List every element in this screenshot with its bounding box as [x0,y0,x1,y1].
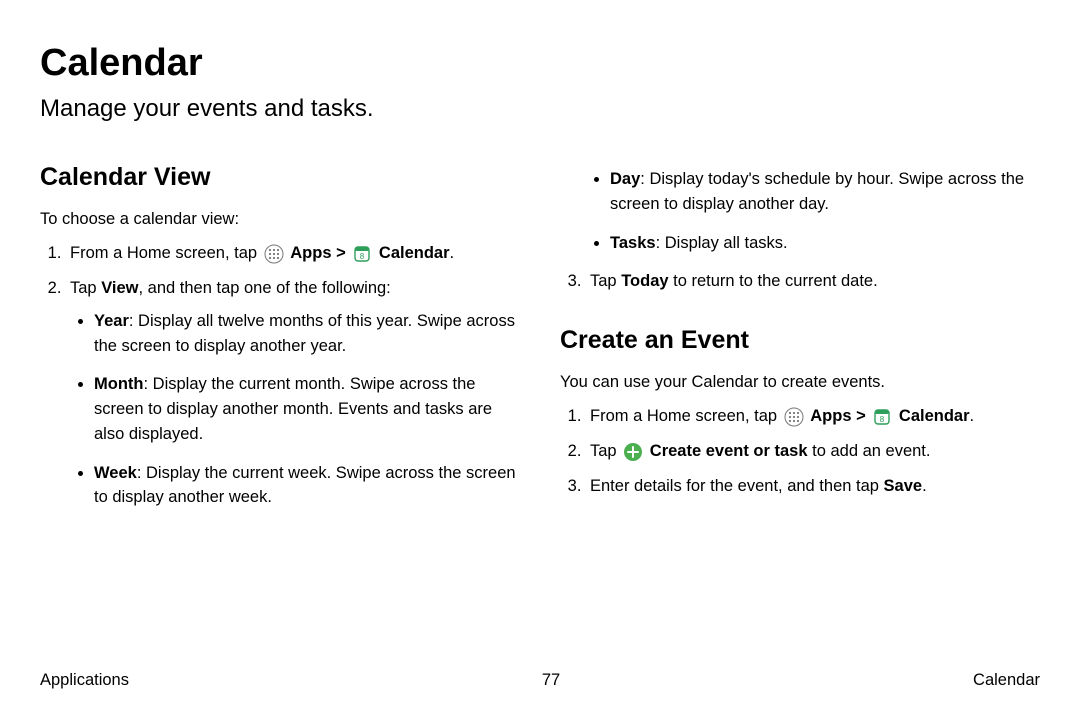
ce-step-1-text-a: From a Home screen, tap [590,407,782,425]
month-text: : Display the current month. Swipe acros… [94,375,492,443]
footer-right: Calendar [973,671,1040,690]
ce-calendar-label: Calendar [899,407,970,425]
apps-icon [784,407,804,427]
day-label: Day [610,170,640,188]
ce-step-3: Enter details for the event, and then ta… [586,474,1040,499]
page-subtitle: Manage your events and tasks. [40,95,1040,123]
ce-step-3-text-a: Enter details for the event, and then ta… [590,477,884,495]
step-2: Tap View, and then tap one of the follow… [66,276,520,510]
ce-step-2-text-b: to add an event. [808,442,931,460]
step-2-text-b: , and then tap one of the following: [139,279,391,297]
view-options-cont: Day: Display today's schedule by hour. S… [586,167,1040,255]
section-heading-calendar-view: Calendar View [40,159,520,197]
ce-step-2-text-a: Tap [590,442,621,460]
step-1-end: . [450,244,455,262]
ce-step-2: Tap Create event or task to add an event… [586,439,1040,464]
step-2-text-a: Tap [70,279,101,297]
plus-icon [623,442,643,462]
view-label: View [101,279,138,297]
ce-step-1: From a Home screen, tap Apps > 8 Calenda… [586,404,1040,429]
calendar-view-steps: From a Home screen, tap Apps > 8 Calenda… [40,241,520,510]
ce-step-3-text-b: . [922,477,927,495]
week-text: : Display the current week. Swipe across… [94,464,516,507]
ce-apps-label: Apps [810,407,851,425]
week-label: Week [94,464,137,482]
arrow-sep: > [332,244,351,262]
view-options: Year: Display all twelve months of this … [70,309,520,510]
left-column: Calendar View To choose a calendar view:… [40,159,520,524]
apps-label: Apps [290,244,331,262]
page-footer: Applications 77 Calendar [40,671,1040,690]
bullet-tasks: Tasks: Display all tasks. [610,231,1040,256]
ce-step-1-end: . [970,407,975,425]
month-label: Month [94,375,143,393]
create-event-label: Create event or task [650,442,808,460]
year-label: Year [94,312,129,330]
step-3-text-b: to return to the current date. [669,272,878,290]
section-heading-create-event: Create an Event [560,322,1040,360]
content-columns: Calendar View To choose a calendar view:… [40,159,1040,524]
calendar-view-steps-cont: Tap Today to return to the current date. [560,269,1040,294]
svg-text:8: 8 [880,415,885,424]
calendar-label: Calendar [379,244,450,262]
create-event-intro: You can use your Calendar to create even… [560,370,1040,395]
calendar-icon: 8 [352,244,372,264]
step-1: From a Home screen, tap Apps > 8 Calenda… [66,241,520,266]
footer-left: Applications [40,671,129,690]
step-3: Tap Today to return to the current date. [586,269,1040,294]
year-text: : Display all twelve months of this year… [94,312,515,355]
save-label: Save [884,477,923,495]
tasks-label: Tasks [610,234,656,252]
apps-icon [264,244,284,264]
page-title: Calendar [40,42,1040,85]
ce-arrow-sep: > [852,407,871,425]
step-3-text-a: Tap [590,272,621,290]
footer-page-number: 77 [542,671,560,690]
step-1-text-a: From a Home screen, tap [70,244,262,262]
day-text: : Display today's schedule by hour. Swip… [610,170,1024,213]
create-event-steps: From a Home screen, tap Apps > 8 Calenda… [560,404,1040,498]
tasks-text: : Display all tasks. [656,234,788,252]
calendar-view-intro: To choose a calendar view: [40,207,520,232]
bullet-month: Month: Display the current month. Swipe … [94,372,520,446]
today-label: Today [621,272,668,290]
bullet-day: Day: Display today's schedule by hour. S… [610,167,1040,217]
right-column: Day: Display today's schedule by hour. S… [560,159,1040,524]
bullet-year: Year: Display all twelve months of this … [94,309,520,359]
svg-text:8: 8 [360,252,365,261]
calendar-icon: 8 [872,407,892,427]
bullet-week: Week: Display the current week. Swipe ac… [94,461,520,511]
